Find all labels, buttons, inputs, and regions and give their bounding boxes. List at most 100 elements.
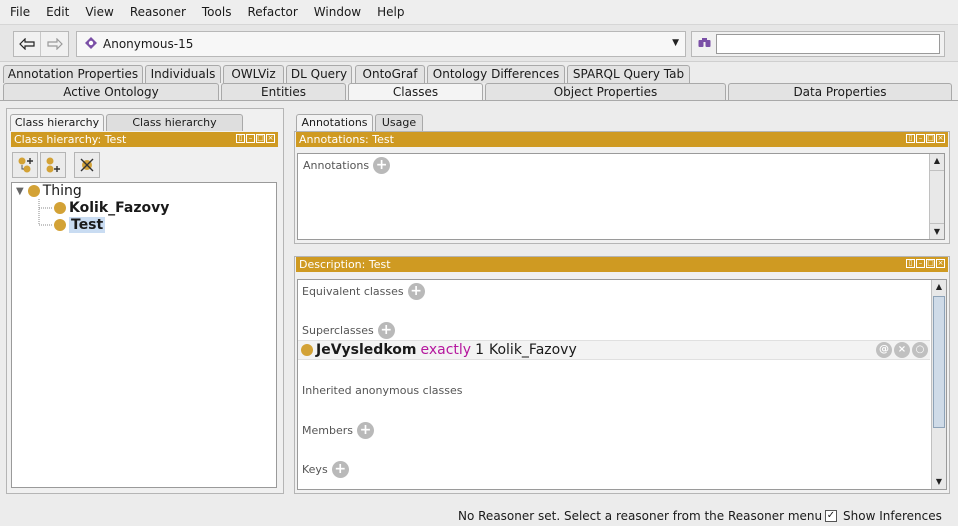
keys-label: Keys [302,463,328,476]
edit-axiom-icon[interactable]: ○ [912,342,928,358]
class-icon [54,202,66,214]
equivalent-classes-section: Equivalent classes + [302,283,425,300]
menu-edit[interactable]: Edit [38,0,77,24]
menu-view[interactable]: View [77,0,121,24]
class-icon [54,219,66,231]
ontology-name: Anonymous-15 [103,37,194,51]
add-key-icon[interactable]: + [331,461,349,478]
view-close-icon[interactable]: × [266,134,275,143]
show-inferences-label[interactable]: Show Inferences [843,509,942,523]
search-box [691,31,945,57]
scroll-thumb[interactable] [933,296,945,428]
view-controls: ▯ – □ × [906,259,945,268]
tab-entities[interactable]: Entities [221,83,346,101]
view-close-icon[interactable]: × [936,134,945,143]
view-maximize-icon[interactable]: □ [926,134,935,143]
search-input[interactable] [716,34,940,54]
equivalent-classes-label: Equivalent classes [302,285,404,298]
add-subclass-button[interactable] [12,152,38,178]
annotations-scrollbar[interactable]: ▲ ▼ [929,154,944,239]
scroll-down-icon[interactable]: ▼ [932,475,946,489]
view-pin-icon[interactable]: ▯ [906,259,915,268]
menu-file[interactable]: File [2,0,38,24]
delete-class-button[interactable] [74,152,100,178]
tab-data-properties[interactable]: Data Properties [728,83,952,101]
view-pin-icon[interactable]: ▯ [906,134,915,143]
toolbar: Anonymous-15 ▼ [0,24,958,62]
forward-button[interactable] [41,32,68,56]
tab-classes[interactable]: Classes [348,83,483,101]
tree-node-label: Kolik_Fazovy [69,200,170,216]
tab-dl-query[interactable]: DL Query [286,65,352,83]
delete-axiom-icon[interactable]: × [894,342,910,358]
binoculars-icon [698,37,711,51]
collapse-icon[interactable]: ▼ [16,186,24,197]
scroll-up-icon[interactable]: ▲ [932,280,946,294]
menu-refactor[interactable]: Refactor [239,0,305,24]
description-title: Description: Test [299,258,391,271]
tab-ontograf[interactable]: OntoGraf [355,65,425,83]
scroll-up-icon[interactable]: ▲ [930,154,944,168]
tab-sparql-query[interactable]: SPARQL Query Tab [567,65,690,83]
add-annotation-icon[interactable]: + [373,157,391,174]
tab-individuals[interactable]: Individuals [145,65,221,83]
add-member-icon[interactable]: + [356,422,374,439]
tab-active-ontology[interactable]: Active Ontology [3,83,219,101]
view-maximize-icon[interactable]: □ [926,259,935,268]
annotate-axiom-icon[interactable]: @ [876,342,892,358]
scroll-track [930,170,944,224]
annotations-section: Annotations + [303,157,391,174]
menu-tools[interactable]: Tools [194,0,240,24]
arrow-right-icon [46,38,63,50]
tree-node-thing[interactable]: ▼ Thing [16,183,82,199]
tab-owlviz[interactable]: OWLViz [223,65,284,83]
tab-object-properties[interactable]: Object Properties [485,83,726,101]
view-maximize-icon[interactable]: □ [256,134,265,143]
view-minimize-icon[interactable]: – [246,134,255,143]
annotations-header: Annotations: Test ▯ – □ × [296,132,948,147]
chevron-down-icon[interactable]: ▼ [672,38,679,48]
scroll-down-icon[interactable]: ▼ [930,225,944,239]
add-sibling-button[interactable] [40,152,66,178]
subtab-class-hierarchy-inferred[interactable]: Class hierarchy (inferred) [106,114,243,145]
tab-annotation-properties[interactable]: Annotation Properties [3,65,143,83]
class-icon [27,185,40,197]
view-pin-icon[interactable]: ▯ [236,134,245,143]
axiom-buttons: @ × ○ [876,342,928,358]
ontology-icon [85,37,97,49]
members-label: Members [302,424,353,437]
keys-section: Keys + [302,461,349,478]
superclasses-label: Superclasses [302,324,374,337]
view-close-icon[interactable]: × [936,259,945,268]
subtab-annotations[interactable]: Annotations [296,114,373,131]
subtab-class-hierarchy[interactable]: Class hierarchy [10,114,104,131]
menu-bar: File Edit View Reasoner Tools Refactor W… [0,0,958,24]
add-superclass-icon[interactable]: + [377,322,395,339]
class-tree: ▼ Thing Kolik_Fazovy Test [11,182,277,488]
property-icon [301,344,313,356]
menu-window[interactable]: Window [306,0,369,24]
menu-help[interactable]: Help [369,0,412,24]
superclasses-section: Superclasses + [302,322,395,339]
show-inferences-checkbox[interactable]: ✓ [825,510,837,522]
view-minimize-icon[interactable]: – [916,134,925,143]
arrow-left-icon [19,38,35,50]
navigation-buttons [13,31,69,57]
tree-node-test[interactable]: Test [54,217,106,233]
description-scrollbar[interactable]: ▲ ▼ [931,280,946,489]
menu-reasoner[interactable]: Reasoner [122,0,194,24]
add-equivalent-class-icon[interactable]: + [407,283,425,300]
status-bar: No Reasoner set. Select a reasoner from … [0,506,958,526]
tree-node-kolik-fazovy[interactable]: Kolik_Fazovy [54,200,169,216]
tab-ontology-differences[interactable]: Ontology Differences [427,65,565,83]
back-button[interactable] [14,32,41,56]
axiom-cardinality: 1 [475,342,484,358]
description-header: Description: Test ▯ – □ × [296,257,948,272]
ontology-selector[interactable]: Anonymous-15 ▼ [76,31,686,57]
view-controls: ▯ – □ × [906,134,945,143]
inherited-classes-section: Inherited anonymous classes [302,384,462,397]
view-minimize-icon[interactable]: – [916,259,925,268]
subtab-usage[interactable]: Usage [375,114,423,131]
superclass-axiom-row[interactable]: JeVysledkom exactly 1 Kolik_Fazovy @ × ○ [298,340,930,360]
description-list: Equivalent classes + Superclasses + Inhe… [297,279,947,490]
